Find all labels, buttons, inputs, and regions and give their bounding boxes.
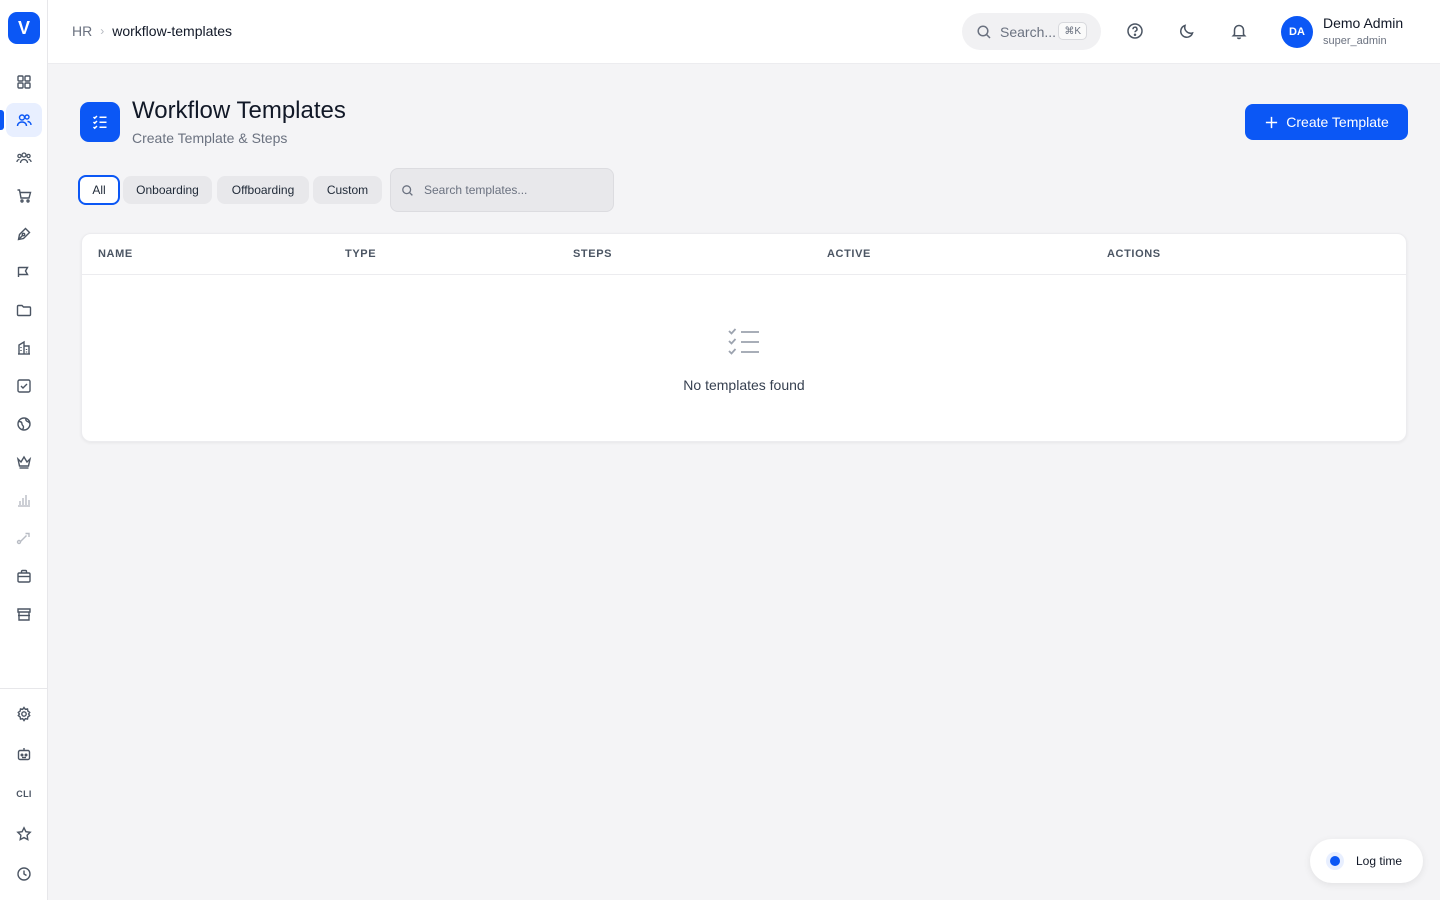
dashboard-grid-icon[interactable] [6,65,42,99]
building-icon[interactable] [6,331,42,365]
plus-icon [1266,116,1278,128]
log-time-label: Log time [1356,854,1403,868]
breadcrumb: HR › workflow-templates [72,23,232,39]
workflow-list-check-icon [80,102,120,142]
sidebar: V CLI [0,0,48,900]
briefcase-icon[interactable] [6,559,42,593]
cli-icon[interactable]: CLI [6,777,42,811]
settings-gear-icon[interactable] [6,697,42,731]
app-logo[interactable]: V [8,12,40,44]
megaphone-icon[interactable] [6,255,42,289]
user-name[interactable]: Demo Admin [1323,15,1403,31]
top-header: HR › workflow-templates Search... ⌘K DA … [48,0,1440,64]
dark-mode-moon-icon[interactable] [1177,21,1197,41]
search-icon [402,184,413,196]
users-icon[interactable] [6,103,42,137]
cart-icon[interactable] [6,179,42,213]
global-search-button[interactable]: Search... ⌘K [962,13,1101,50]
breadcrumb-root[interactable]: HR [72,23,92,39]
route-icon[interactable] [6,521,42,555]
create-template-label: Create Template [1286,114,1389,130]
global-search-placeholder: Search... [1000,23,1057,40]
log-time-button[interactable]: Log time [1310,839,1423,883]
timer-icon [1326,852,1344,870]
column-header-steps: STEPS [573,248,613,260]
bar-chart-icon[interactable] [6,483,42,517]
user-role: super_admin [1323,35,1387,47]
column-header-actions: ACTIONS [1107,248,1161,260]
store-icon[interactable] [6,597,42,631]
page-subtitle: Create Template & Steps [132,130,288,146]
templates-table: NAME TYPE STEPS ACTIVE ACTIONS No templa… [81,233,1407,442]
search-icon [977,24,991,39]
crown-icon[interactable] [6,445,42,479]
breadcrumb-separator-icon: › [100,24,105,38]
cli-label: CLI [16,789,32,799]
clock-icon[interactable] [6,857,42,891]
avatar[interactable]: DA [1281,16,1313,48]
search-shortcut-badge: ⌘K [1058,22,1087,40]
sidebar-divider [0,688,48,689]
team-icon[interactable] [6,141,42,175]
globe-icon[interactable] [6,407,42,441]
help-icon[interactable] [1125,21,1145,41]
table-header-divider [82,274,1406,275]
active-indicator [0,110,4,130]
filter-tab-onboarding[interactable]: Onboarding [123,176,212,204]
page-title: Workflow Templates [132,97,346,124]
notifications-bell-icon[interactable] [1229,21,1249,41]
column-header-type: TYPE [345,248,377,260]
column-header-name: NAME [98,248,133,260]
create-template-button[interactable]: Create Template [1245,104,1408,140]
star-icon[interactable] [6,817,42,851]
pen-tool-icon[interactable] [6,217,42,251]
template-search-input[interactable]: Search templates... [390,168,614,212]
folder-icon[interactable] [6,293,42,327]
column-header-active: ACTIVE [827,248,871,260]
breadcrumb-current: workflow-templates [112,23,233,39]
checkbox-icon[interactable] [6,369,42,403]
filter-tab-custom[interactable]: Custom [313,176,382,204]
filter-tab-offboarding[interactable]: Offboarding [217,176,309,204]
empty-list-check-icon [728,328,759,355]
template-search-placeholder: Search templates... [424,183,528,197]
filter-tab-all[interactable]: All [78,175,120,205]
bot-icon[interactable] [6,737,42,771]
empty-state-message: No templates found [683,377,805,393]
